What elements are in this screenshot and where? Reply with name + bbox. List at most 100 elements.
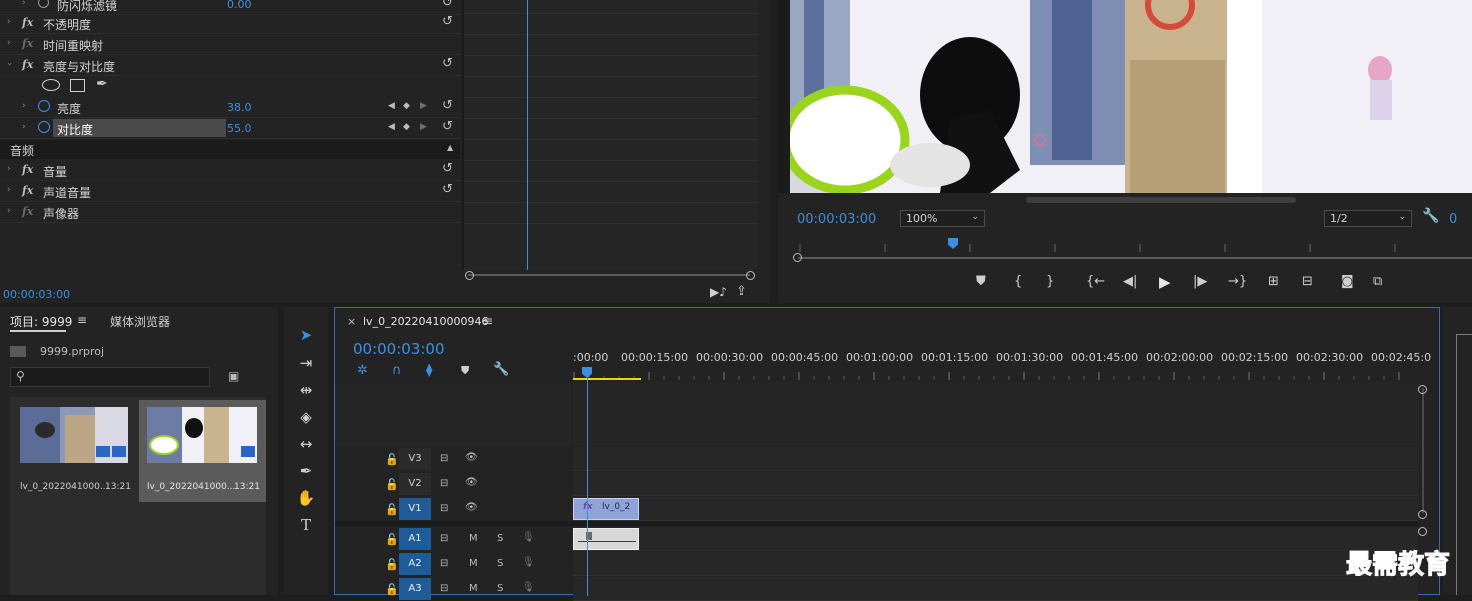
lock-icon[interactable]: 🔓 [385,533,399,546]
track-lane-a2[interactable] [573,552,1418,576]
expand-arrow-icon[interactable]: › [7,38,11,48]
sync-lock-icon[interactable]: ⊟ [440,478,448,489]
wrench-icon[interactable]: 🔧 [1422,208,1439,224]
track-header-v1[interactable]: 🔓 V1 ⊟ 👁 [335,497,571,521]
fx-row-panner[interactable]: › fx 声像器 [0,202,460,223]
reset-icon[interactable]: ↺ [442,14,453,29]
microphone-icon[interactable]: 🎙 [522,532,535,543]
mute-button[interactable]: M [469,583,478,594]
track-label[interactable]: A3 [399,578,431,600]
sync-lock-icon[interactable]: ⊟ [440,533,448,544]
timeline-timecode[interactable]: 00:00:03:00 [353,340,445,358]
microphone-icon[interactable]: 🎙 [522,582,535,593]
camera-icon[interactable]: ◙ [1341,274,1354,289]
fx-keyframe-area[interactable] [462,0,758,270]
work-area-bar[interactable] [573,378,641,380]
eye-icon[interactable]: 👁 [465,502,478,513]
razor-tool-icon[interactable]: ◈ [294,406,318,428]
stopwatch-icon[interactable] [38,121,50,133]
fx-value[interactable]: 55.0 [227,122,252,135]
pen-tool-icon[interactable]: ✒ [294,460,318,482]
reset-icon[interactable]: ↺ [442,56,453,71]
track-label[interactable]: V2 [399,473,431,495]
track-select-tool-icon[interactable]: ⇥ [294,352,318,374]
eye-icon[interactable]: 👁 [465,477,478,488]
program-timecode[interactable]: 00:00:03:00 [797,212,876,227]
prev-keyframe-icon[interactable]: ◀ [388,122,395,132]
eye-icon[interactable]: 👁 [465,452,478,463]
reset-icon[interactable]: ↺ [442,182,453,197]
track-lane-a1[interactable] [573,527,1418,551]
collapse-arrow-icon[interactable]: › [4,62,14,66]
hand-tool-icon[interactable]: ✋ [294,487,318,509]
track-header-v3[interactable]: 🔓 V3 ⊟ 👁 [335,447,571,471]
add-keyframe-icon[interactable]: ◆ [403,101,410,111]
add-marker-icon[interactable]: ⛊ [976,274,986,289]
track-lane-v2[interactable] [573,472,1418,496]
fx-timecode[interactable]: 00:00:03:00 [3,288,70,301]
slip-tool-icon[interactable]: ↔ [294,433,318,455]
scroll-handle-top[interactable] [1418,527,1427,536]
stopwatch-icon[interactable] [38,100,50,112]
track-header-a2[interactable]: 🔓 A2 ⊟ M S 🎙 [335,552,571,576]
add-keyframe-icon[interactable]: ◆ [403,122,410,132]
lift-icon[interactable]: ⊞ [1268,274,1279,289]
fx-row-channel-volume[interactable]: › fx 声道音量 ↺ [0,181,460,202]
stopwatch-icon[interactable] [38,0,49,8]
add-marker-icon[interactable]: ⛊ [461,364,469,378]
fx-row-brightness-contrast[interactable]: › fx 亮度与对比度 ↺ [0,55,460,76]
go-to-in-icon[interactable]: {← [1086,274,1105,289]
prev-keyframe-icon[interactable]: ◀ [388,101,395,111]
fx-badge-icon[interactable]: fx [22,58,33,71]
zoom-handle-left[interactable] [793,253,802,262]
scroll-handle-bottom[interactable] [1418,510,1427,519]
resolution-select[interactable]: 1/2 ⌄ [1324,210,1412,227]
track-lane-a3[interactable] [573,577,1418,601]
compare-view-icon[interactable]: ⧉ [1373,274,1382,289]
time-ruler[interactable]: :00:00 00:00:15:00 00:00:30:00 00:00:45:… [573,348,1431,382]
track-lane-v1[interactable]: fx lv_0_2 [573,497,1418,521]
track-lane-v3[interactable] [573,447,1418,471]
microphone-icon[interactable]: 🎙 [522,557,535,568]
expand-arrow-icon[interactable]: › [22,0,26,8]
play-icon[interactable]: ▶ [1159,273,1171,291]
ellipse-mask-icon[interactable] [42,79,60,91]
monitor-scrollbar[interactable] [1026,197,1296,203]
step-back-icon[interactable]: ◀| [1123,274,1137,289]
mark-in-icon[interactable]: { [1014,274,1022,289]
expand-arrow-icon[interactable]: › [22,101,26,111]
solo-button[interactable]: S [497,583,503,594]
pen-mask-icon[interactable]: ✒ [96,76,108,92]
fx-badge-icon[interactable]: fx [22,37,33,50]
zoom-select[interactable]: 100% ⌄ [900,210,985,227]
expand-arrow-icon[interactable]: › [7,185,11,195]
fx-row-brightness[interactable]: › 亮度 38.0 ◀ ◆ ▶ ↺ [0,97,460,118]
fx-badge-icon[interactable]: fx [22,16,33,29]
fx-row-volume[interactable]: › fx 音量 ↺ [0,160,460,181]
track-header-v2[interactable]: 🔓 V2 ⊟ 👁 [335,472,571,496]
lock-icon[interactable]: 🔓 [385,453,399,466]
fx-row-contrast[interactable]: › 对比度 55.0 ◀ ◆ ▶ ↺ [0,118,460,139]
fx-row-time-remap[interactable]: › fx 时间重映射 [0,34,460,55]
audio-section-header[interactable]: 音频 ▲ [0,140,460,159]
ripple-edit-tool-icon[interactable]: ⇹ [294,379,318,401]
snap-icon[interactable]: ∩ [392,363,402,378]
new-bin-icon[interactable]: ▣ [228,369,239,383]
fx-value[interactable]: 38.0 [227,101,252,114]
expand-arrow-icon[interactable]: › [7,17,11,27]
sync-lock-icon[interactable]: ⊟ [440,583,448,594]
video-scrollbar[interactable] [1422,388,1424,513]
solo-button[interactable]: S [497,558,503,569]
step-forward-icon[interactable]: |▶ [1193,274,1207,289]
collapse-up-icon[interactable]: ▲ [447,143,453,152]
project-item[interactable]: lv_0_2022041000... 13:21 [10,400,137,500]
export-frame-icon[interactable]: ⇪ [736,284,747,299]
expand-arrow-icon[interactable]: › [7,206,11,216]
lock-icon[interactable]: 🔓 [385,478,399,491]
video-clip[interactable]: fx lv_0_2 [573,498,639,520]
close-icon[interactable]: × [347,315,356,328]
scroll-handle-top[interactable] [1418,385,1427,394]
reset-icon[interactable]: ↺ [442,98,453,113]
reset-icon[interactable]: ↺ [442,0,453,10]
selection-tool-icon[interactable]: ➤ [294,324,318,346]
